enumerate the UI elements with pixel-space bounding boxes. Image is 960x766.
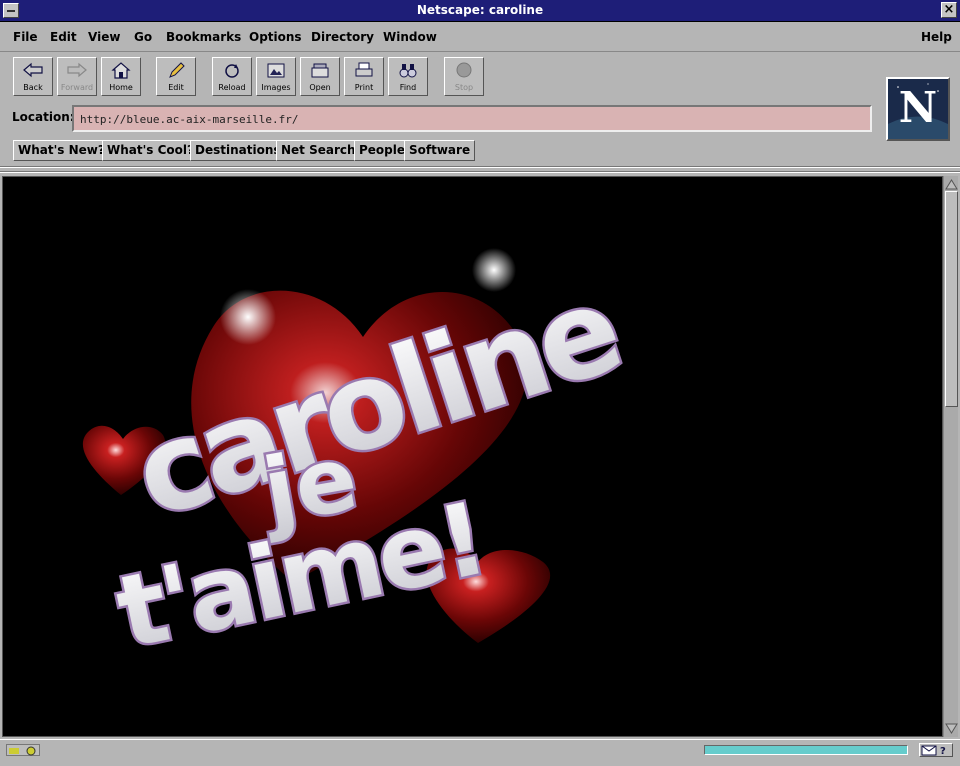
window-titlebar[interactable]: Netscape: caroline ×	[0, 0, 960, 22]
reload-label: Reload	[218, 83, 246, 92]
netscape-n-letter: N	[898, 83, 938, 132]
print-label: Print	[354, 83, 374, 92]
people-button[interactable]: People	[354, 140, 411, 161]
whats-new-button[interactable]: What's New?	[13, 140, 110, 161]
netscape-logo[interactable]: N	[886, 77, 950, 141]
binoculars-icon	[399, 64, 417, 78]
reload-button[interactable]: Reload	[212, 57, 252, 96]
images-button[interactable]: Images	[256, 57, 296, 96]
security-key-icon[interactable]	[6, 744, 40, 756]
find-label: Find	[399, 83, 417, 92]
destinations-button[interactable]: Destinations	[190, 140, 286, 161]
reload-icon	[225, 64, 239, 78]
open-icon	[311, 63, 329, 78]
menu-edit[interactable]: Edit	[50, 30, 77, 44]
location-label: Location:	[12, 110, 75, 124]
caroline-artwork: caroline je t'aime!	[82, 248, 636, 674]
menu-bookmarks[interactable]: Bookmarks	[166, 30, 241, 44]
home-label: Home	[109, 83, 133, 92]
find-button[interactable]: Find	[388, 57, 428, 96]
window-title: Netscape: caroline	[416, 3, 544, 17]
menu-directory[interactable]: Directory	[311, 30, 374, 44]
edit-button[interactable]: Edit	[156, 57, 196, 96]
toolbar-separator	[0, 166, 960, 168]
stop-icon	[456, 62, 472, 78]
key-icon	[9, 746, 36, 756]
forward-label: Forward	[60, 83, 94, 92]
print-button[interactable]: Print	[344, 57, 384, 96]
net-search-button[interactable]: Net Search	[276, 140, 361, 161]
statusbar: ?	[0, 739, 960, 766]
progress-fill	[705, 746, 907, 754]
forward-arrow-icon	[67, 62, 87, 78]
envelope-icon: ?	[921, 745, 946, 757]
stop-label: Stop	[454, 83, 474, 92]
menu-help[interactable]: Help	[921, 30, 952, 44]
page-content[interactable]: caroline je t'aime!	[2, 176, 943, 737]
scroll-thumb[interactable]	[945, 191, 958, 407]
images-label: Images	[261, 83, 291, 92]
back-arrow-icon	[23, 62, 43, 78]
vertical-scrollbar[interactable]	[943, 176, 958, 737]
window-close-button[interactable]: ×	[941, 2, 957, 18]
progress-bar	[704, 745, 908, 755]
location-input[interactable]: http://bleue.ac-aix-marseille.fr/	[72, 105, 872, 132]
back-label: Back	[23, 83, 43, 92]
open-label: Open	[309, 83, 331, 92]
edit-label: Edit	[168, 83, 184, 92]
menu-window[interactable]: Window	[383, 30, 437, 44]
mail-icon[interactable]: ?	[919, 743, 953, 757]
stop-button[interactable]: Stop	[444, 57, 484, 96]
whats-cool-button[interactable]: What's Cool?	[102, 140, 199, 161]
software-button[interactable]: Software	[404, 140, 476, 161]
images-icon	[267, 63, 285, 78]
toolbar-separator-2	[0, 171, 960, 173]
home-button[interactable]: Home	[101, 57, 141, 96]
forward-button[interactable]: Forward	[57, 57, 97, 96]
open-button[interactable]: Open	[300, 57, 340, 96]
menu-view[interactable]: View	[88, 30, 120, 44]
scroll-up-arrow-icon[interactable]	[945, 178, 958, 191]
home-icon	[111, 62, 131, 79]
menu-options[interactable]: Options	[249, 30, 302, 44]
menubar: File Edit View Go Bookmarks Options Dire…	[0, 22, 960, 52]
pencil-icon	[169, 62, 185, 78]
toolbar: Back Forward Home Edit Reload Images Ope…	[0, 53, 960, 169]
svg-text:?: ?	[940, 746, 946, 756]
menu-file[interactable]: File	[13, 30, 38, 44]
printer-icon	[355, 62, 373, 77]
menu-go[interactable]: Go	[134, 30, 152, 44]
back-button[interactable]: Back	[13, 57, 53, 96]
scroll-down-arrow-icon[interactable]	[945, 722, 958, 735]
